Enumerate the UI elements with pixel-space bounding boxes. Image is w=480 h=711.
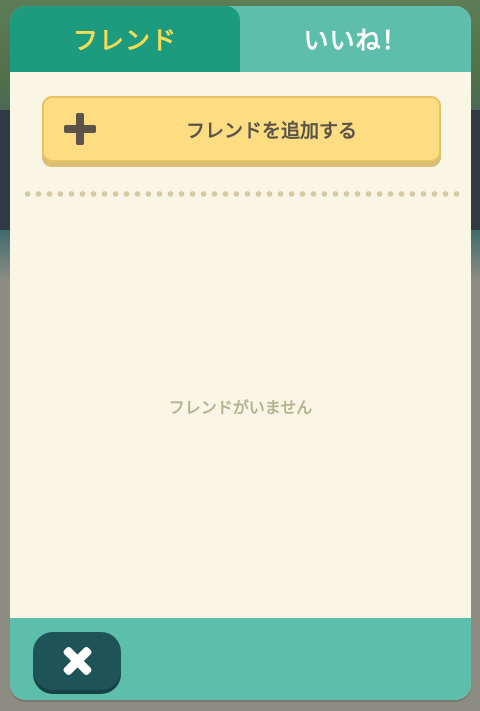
tab-likes[interactable]: いいね！ (240, 6, 471, 72)
add-friend-label: フレンドを追加する (185, 119, 357, 142)
friends-panel: フレンド いいね！ フレンドを追加する フレンドがいません (10, 6, 471, 700)
close-button[interactable] (33, 632, 121, 690)
tab-friends[interactable]: フレンド (10, 6, 240, 72)
close-icon (62, 646, 92, 676)
empty-friends-message: フレンドがいません (168, 398, 313, 417)
background-fence-post (471, 110, 480, 230)
dotted-divider (22, 190, 462, 198)
tab-bar: フレンド いいね！ (10, 6, 471, 72)
tab-friends-label: フレンド (72, 26, 177, 55)
tab-likes-label: いいね！ (303, 26, 408, 55)
panel-footer (10, 618, 471, 700)
add-friend-button[interactable]: フレンドを追加する (42, 96, 441, 162)
friend-list-area: フレンドを追加する フレンドがいません (10, 72, 471, 618)
plus-icon (64, 113, 96, 145)
